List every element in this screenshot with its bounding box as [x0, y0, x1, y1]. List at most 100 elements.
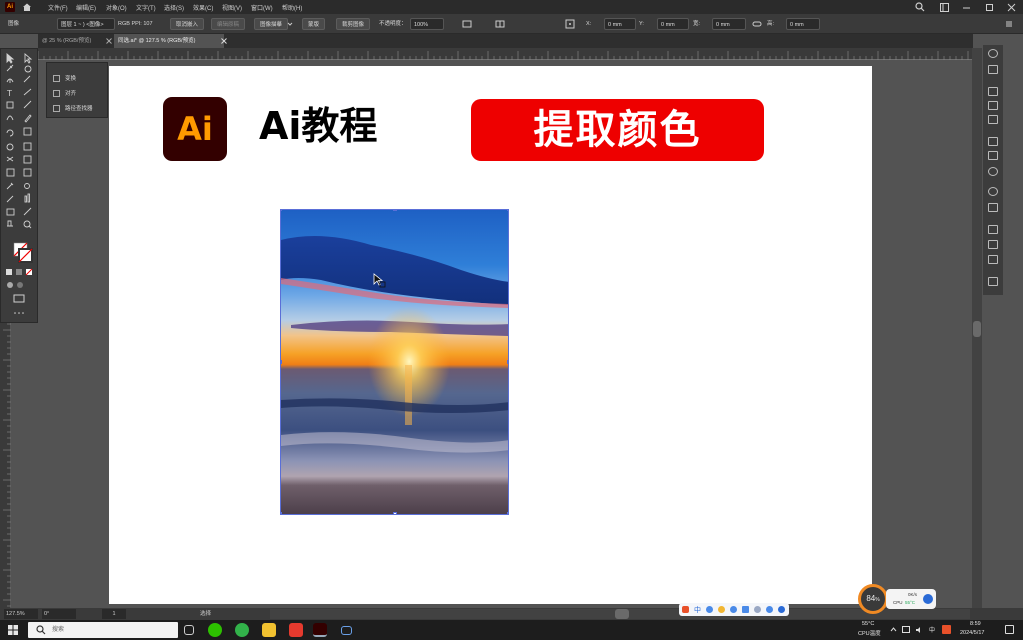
y-label: Y: [639, 21, 644, 27]
artboards-icon[interactable] [988, 255, 998, 264]
symbols-icon[interactable] [988, 115, 998, 124]
workspace-icon[interactable] [940, 3, 949, 12]
close-icon[interactable] [1007, 3, 1016, 12]
menu-type[interactable]: 文字(T) [136, 3, 156, 12]
rotation-value[interactable]: 0° [42, 609, 76, 619]
network-icon[interactable] [902, 626, 910, 633]
pathfinder-panel-item[interactable]: 路径查找器 [53, 103, 93, 115]
clock-date[interactable]: 2024/5/17 [960, 630, 984, 636]
menu-object[interactable]: 对象(O) [106, 3, 127, 12]
menu-select[interactable]: 选择(S) [164, 3, 184, 12]
image-trace-dropdown-icon[interactable] [287, 18, 293, 30]
file-explorer-icon[interactable] [262, 623, 276, 637]
browser-icon[interactable] [235, 623, 249, 637]
crop-image-button[interactable]: 裁剪图像 [336, 18, 371, 30]
cancel-embed-button[interactable]: 取消嵌入 [170, 18, 205, 30]
network-speed: 0K/s [908, 592, 918, 597]
minimize-icon[interactable] [962, 3, 971, 12]
align-icon[interactable] [462, 18, 472, 30]
tray-chevron-icon[interactable] [890, 626, 897, 633]
x-field[interactable]: 0 mm [604, 18, 636, 30]
clock-time[interactable]: 8:59 [970, 621, 981, 627]
selection-handle[interactable] [281, 210, 282, 211]
height-field[interactable]: 0 mm [786, 18, 820, 30]
wps-icon[interactable] [289, 623, 303, 637]
windows-start-icon[interactable] [8, 625, 18, 635]
cpu-usage-gauge: 84% [858, 584, 888, 614]
sunset-image[interactable] [280, 209, 509, 515]
input-method-indicator[interactable]: 中 [929, 625, 935, 634]
libraries-icon[interactable] [988, 65, 998, 74]
wechat-icon[interactable] [208, 623, 222, 637]
edit-original-button[interactable]: 编辑原稿 [211, 18, 246, 30]
vertical-scrollbar-thumb[interactable] [973, 321, 981, 337]
ime-punctuation-icon[interactable] [706, 606, 713, 613]
ai-logo[interactable]: Ai [163, 97, 227, 161]
current-tool[interactable]: 选择 [200, 609, 211, 619]
export-icon[interactable] [988, 240, 998, 249]
width-field[interactable]: 0 mm [712, 18, 746, 30]
horizontal-scrollbar-thumb[interactable] [615, 609, 629, 619]
color-guide-icon[interactable] [988, 87, 998, 96]
comments-icon[interactable] [988, 277, 998, 286]
illustrator-taskbar-icon[interactable] [313, 623, 327, 637]
ime-skin-icon[interactable] [766, 606, 773, 613]
panel-menu-icon[interactable] [1005, 18, 1013, 30]
ime-emoji-icon[interactable] [718, 606, 725, 613]
tab-document-1[interactable]: @ 25 % (RGB/预览) [38, 34, 106, 48]
brushes-icon[interactable] [988, 101, 998, 110]
volume-icon[interactable] [915, 626, 923, 634]
gradient-icon[interactable] [988, 151, 998, 160]
graphic-styles-icon[interactable] [988, 203, 998, 212]
taskbar-search-icon [36, 625, 46, 635]
appearance-icon[interactable] [988, 187, 998, 196]
tab-close-icon[interactable] [106, 38, 112, 44]
menu-file[interactable]: 文件(F) [48, 3, 68, 12]
zoom-level[interactable]: 127.5% [4, 609, 38, 619]
menu-window[interactable]: 窗口(W) [251, 3, 273, 12]
properties-icon[interactable] [988, 49, 998, 58]
selection-handle[interactable] [393, 210, 397, 211]
task-view-icon[interactable] [184, 625, 194, 635]
menu-effect[interactable]: 效果(C) [193, 3, 213, 12]
ime-mode-label[interactable]: 中 [694, 605, 701, 615]
stroke-icon[interactable] [988, 137, 998, 146]
layer-info[interactable]: 图层 1 ~ ) <图像> [57, 18, 115, 30]
ime-logo-icon[interactable] [682, 606, 689, 613]
menu-edit[interactable]: 编辑(E) [76, 3, 96, 12]
extract-color-badge[interactable]: 提取颜色 [471, 99, 764, 161]
opacity-field[interactable]: 100% [410, 18, 444, 30]
selection-handle[interactable] [281, 360, 282, 364]
ime-keyboard-icon[interactable] [742, 606, 749, 613]
image-trace-button[interactable]: 图像描摹 [254, 18, 289, 30]
tab-document-2[interactable]: 同选.ai* @ 127.5 % (RGB/预览) [114, 34, 224, 48]
widget-add-icon[interactable] [923, 594, 933, 604]
ime-settings-icon[interactable] [778, 606, 785, 613]
artboard-number[interactable]: 1 [102, 609, 126, 619]
camera-app-icon[interactable] [341, 626, 352, 635]
mask-button[interactable]: 蒙版 [302, 18, 326, 30]
notification-icon[interactable] [1005, 625, 1014, 634]
tutorial-title[interactable]: Ai教程 [259, 101, 377, 151]
cpu-monitor-widget[interactable]: 84% 0K/s CPU 55°C [858, 584, 938, 614]
horizontal-ruler[interactable] [38, 48, 973, 60]
y-field[interactable]: 0 mm [657, 18, 689, 30]
link-icon[interactable] [752, 18, 762, 30]
align-panel-item[interactable]: 对齐 [53, 88, 76, 100]
transform-icon[interactable] [495, 18, 505, 30]
taskbar-search-box[interactable]: 搜索 [28, 622, 178, 638]
transparency-icon[interactable] [988, 167, 998, 176]
tab-close-icon[interactable] [221, 38, 227, 44]
home-icon[interactable] [22, 2, 32, 12]
reference-point-icon[interactable] [565, 18, 575, 30]
ime-user-icon[interactable] [754, 606, 761, 613]
ime-voice-icon[interactable] [730, 606, 737, 613]
transform-panel-item[interactable]: 变换 [53, 73, 76, 85]
maximize-icon[interactable] [985, 3, 994, 12]
selection-mode-label: 图像 [8, 21, 20, 27]
search-icon[interactable] [915, 2, 925, 12]
menu-help[interactable]: 帮助(H) [282, 3, 302, 12]
ime-tray-icon[interactable] [942, 625, 951, 634]
layers-icon[interactable] [988, 225, 998, 234]
menu-view[interactable]: 视图(V) [222, 3, 242, 12]
